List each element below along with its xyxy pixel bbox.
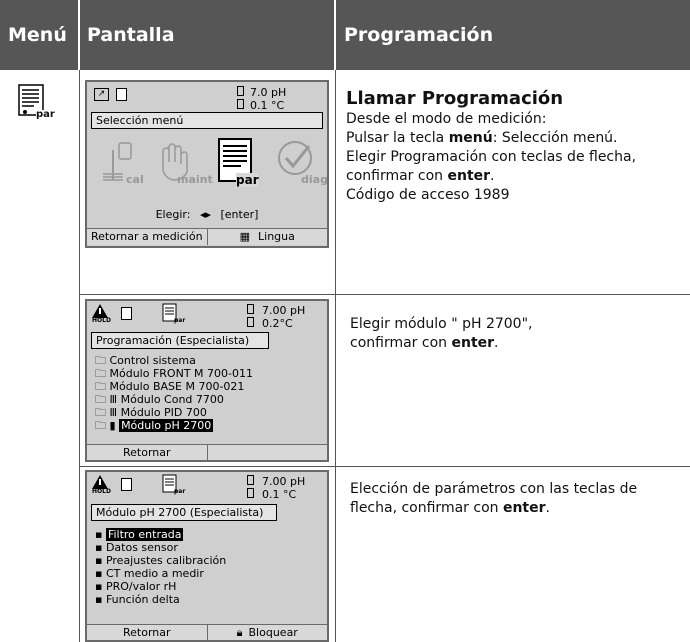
list-item[interactable]: 🗀 Módulo FRONT M 700-011 [95,367,253,380]
tool-icon: ↗ [94,88,109,101]
softkey-lock[interactable]: 🔒︎ Bloquear [207,625,327,640]
cal-label: cal [126,173,144,186]
cal-menu-icon[interactable]: cal [101,140,151,186]
maint-menu-icon[interactable]: maint [153,140,213,186]
instructions-block-2: Elegir módulo " pH 2700", confirmar con … [350,315,686,353]
text-line: Elegir módulo " pH 2700", [350,316,533,332]
par-menu-icon: par [18,84,55,122]
screen-seleccion-menu: ↗ 7.0 pH 0.1 °C Selección menú cal maint [85,80,329,248]
par-menu-icon-selected[interactable]: par [217,137,265,187]
param-icon: ▪ [95,593,106,606]
diag-label: diag [301,173,328,186]
folder-icon: 🗀 [95,393,110,406]
screen-title: Módulo pH 2700 (Especialista) [91,504,277,521]
par-status-label: par [174,488,186,495]
device-icon [121,307,132,320]
reading-ph: 7.00 pH [262,475,306,488]
battery-icon [247,317,254,327]
hold-label: HOLD [92,488,111,495]
lingua-label: Lingua [258,230,295,243]
par-menu-icon-label: par [36,109,55,120]
module-icon: Ⅲ [109,406,121,419]
module-icon: ▮ [109,419,120,432]
lock-icon: 🔒︎ [236,626,243,639]
list-item-selected[interactable]: ▪ Filtro entrada [95,528,226,541]
device-icon [121,478,132,491]
softkey-right[interactable] [207,445,327,460]
list-item[interactable]: 🗀 Control sistema [95,354,253,367]
screen-title: Selección menú [91,112,323,129]
globe-icon: ▦ [239,230,251,243]
instructions-block-1: Llamar Programación Desde el modo de med… [346,88,686,205]
choose-enter: [enter] [220,208,259,221]
list-item[interactable]: 🗀 Módulo BASE M 700-021 [95,380,253,393]
battery-icon [247,488,254,498]
text-line: Código de acceso 1989 [346,187,510,203]
header-pantalla: Pantalla [87,24,175,46]
reading-temp: 0.1 °C [250,99,285,112]
param-icon: ▪ [95,580,106,593]
screen-programacion: HOLD par 7.00 pH 0.2°C Programación (Esp… [85,299,329,462]
text-line: Elegir Programación con teclas de flecha… [346,149,637,165]
list-item[interactable]: ▪ Función delta [95,593,226,606]
hold-warning-icon: HOLD [92,475,111,495]
battery-icon [247,304,254,314]
hold-label: HOLD [92,317,111,324]
choose-label: Elegir: [155,208,191,221]
hold-warning-icon: HOLD [92,304,111,324]
table-header: Menú Pantalla Programación [0,0,690,70]
list-item[interactable]: ▪ PRO/valor rH [95,580,226,593]
reading-temp: 0.1 °C [262,488,297,501]
screen-modulo-ph: HOLD par 7.00 pH 0.1 °C Módulo pH 2700 (… [85,470,329,642]
device-icon [116,88,127,101]
list-item[interactable]: 🗀 Ⅲ Módulo Cond 7700 [95,393,253,406]
folder-icon: 🗀 [95,419,110,432]
reading-ph: 7.0 pH [250,86,287,99]
list-item[interactable]: ▪ CT medio a medir [95,567,226,580]
par-status-label: par [174,317,186,324]
arrow-keys-icon: ◂▸ [199,208,211,221]
text-line: flecha, confirmar con enter. [350,500,550,516]
softkey-return[interactable]: Retornar [87,445,208,460]
softkey-return-measurement[interactable]: Retornar a medición [87,229,208,245]
header-menu: Menú [8,24,67,46]
lock-label: Bloquear [248,626,298,639]
text-line: Desde el modo de medición: [346,111,547,127]
list-item-selected[interactable]: 🗀 ▮ Módulo pH 2700 [95,419,253,432]
screen-title: Programación (Especialista) [91,332,269,349]
softkey-lingua[interactable]: ▦ Lingua [207,229,327,245]
par-label: par [236,173,259,187]
param-icon: ▪ [95,528,106,541]
battery-icon [237,86,244,96]
text-line: confirmar con enter. [346,168,495,184]
battery-icon [247,475,254,485]
param-icon: ▪ [95,554,106,567]
text-line: confirmar con enter. [350,335,499,351]
header-programacion: Programación [344,24,494,46]
folder-icon: 🗀 [95,367,110,380]
par-status-icon: par [162,303,188,327]
folder-icon: 🗀 [95,380,110,393]
param-icon: ▪ [95,567,106,580]
module-icon: Ⅲ [109,393,121,406]
maint-label: maint [177,173,213,186]
softkey-return[interactable]: Retornar [87,625,208,640]
battery-icon [237,99,244,109]
param-icon: ▪ [95,541,106,554]
list-item[interactable]: 🗀 Ⅲ Módulo PID 700 [95,406,253,419]
instructions-block-3: Elección de parámetros con las teclas de… [350,480,686,518]
reading-ph: 7.00 pH [262,304,306,317]
folder-icon: 🗀 [95,406,110,419]
list-item[interactable]: ▪ Preajustes calibración [95,554,226,567]
diag-menu-icon[interactable]: diag [273,140,327,186]
reading-temp: 0.2°C [262,317,293,330]
folder-icon: 🗀 [95,354,110,367]
section-title: Llamar Programación [346,88,564,109]
par-status-icon: par [162,474,188,498]
text-line: Pulsar la tecla menú: Selección menú. [346,130,618,146]
list-item[interactable]: ▪ Datos sensor [95,541,226,554]
text-line: Elección de parámetros con las teclas de [350,481,638,497]
